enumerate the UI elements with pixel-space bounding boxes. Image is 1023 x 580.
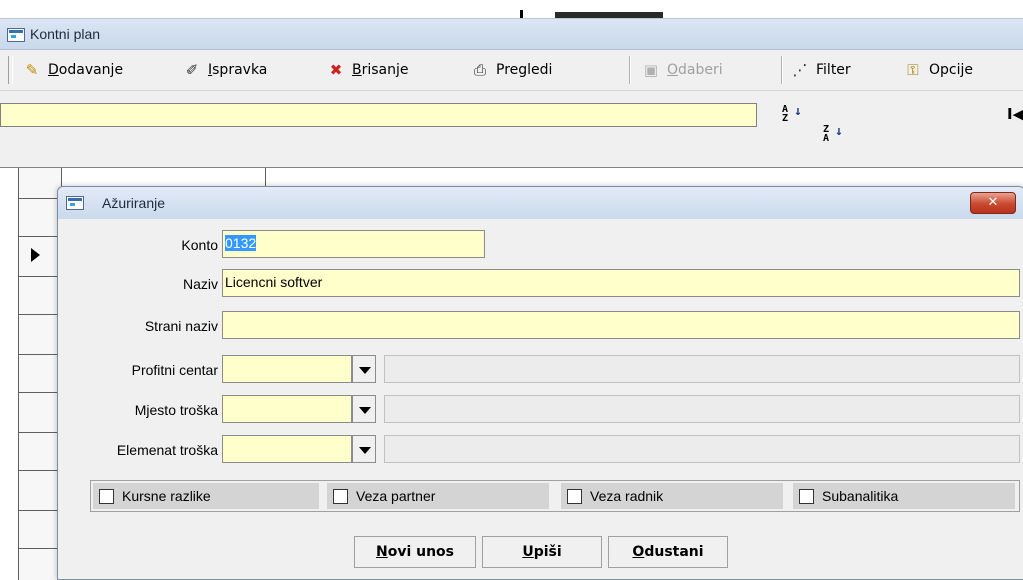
konto-value: 0132 xyxy=(225,235,257,251)
konto-field[interactable]: 0132 xyxy=(222,230,485,258)
mjesto-troska-dropdown-icon[interactable] xyxy=(352,395,376,423)
views-button[interactable]: ⎙ Pregledi xyxy=(470,56,552,84)
arrow-down-icon: ↓ xyxy=(794,104,802,119)
printer-icon: ⎙ xyxy=(473,61,486,79)
edit-button-label: Ispravka xyxy=(208,62,268,78)
delete-button-label: Brisanje xyxy=(352,62,409,78)
naziv-value: Licencni softver xyxy=(225,274,323,290)
first-record-icon: I◀ xyxy=(1007,105,1023,123)
veza-radnik-checkbox[interactable]: Veza radnik xyxy=(561,483,783,509)
views-button-label: Pregledi xyxy=(496,62,553,78)
toolbar-grip[interactable] xyxy=(8,56,13,84)
elemenat-troska-field[interactable] xyxy=(222,435,352,463)
strani-naziv-field[interactable] xyxy=(222,311,1020,339)
profitni-centar-dropdown-icon[interactable] xyxy=(352,355,376,383)
select-icon: ▣ xyxy=(643,61,659,79)
row-indicator-column xyxy=(18,168,62,580)
mjesto-troska-field[interactable] xyxy=(222,395,352,423)
dialog-icon xyxy=(66,196,84,210)
new-entry-button[interactable]: Novi unos xyxy=(354,536,476,568)
checkbox-box xyxy=(799,488,814,504)
add-button[interactable]: ✎ Dodavanje xyxy=(22,56,123,84)
save-button[interactable]: Upiši xyxy=(482,536,602,568)
profitni-centar-field[interactable] xyxy=(222,355,352,383)
elemenat-troska-dropdown-icon[interactable] xyxy=(352,435,376,463)
filter-button[interactable]: ⋰ Filter xyxy=(790,56,851,84)
filter-button-label: Filter xyxy=(816,62,851,78)
toolbar-separator xyxy=(781,56,783,84)
edit-icon: ✐ xyxy=(185,61,199,79)
window-title: Kontni plan xyxy=(30,26,101,42)
filter-input[interactable] xyxy=(0,103,757,127)
add-button-label: Dodavanje xyxy=(48,62,124,78)
mjesto-troska-description xyxy=(384,395,1020,423)
options-panel: Kursne razlike Veza partner Veza radnik … xyxy=(90,480,1020,512)
sort-descending-button[interactable]: Z A ↓ xyxy=(823,125,843,145)
toolbar: ✎ Dodavanje ✐ Ispravka ✖ Brisanje ⎙ Preg… xyxy=(0,50,1023,91)
naziv-field[interactable]: Licencni softver xyxy=(222,269,1020,297)
subanalitika-checkbox[interactable]: Subanalitika xyxy=(793,483,1015,509)
delete-icon: ✖ xyxy=(329,61,343,79)
title-bar: Kontni plan xyxy=(0,19,1023,50)
options-button-label: Opcije xyxy=(929,62,973,78)
background-fragment xyxy=(520,10,523,18)
close-button[interactable]: ✕ xyxy=(970,192,1016,214)
kursne-razlike-checkbox[interactable]: Kursne razlike xyxy=(93,483,319,509)
sort-ascending-button[interactable]: A Z ↓ xyxy=(782,105,802,125)
elemenat-troska-label: Elemenat troška xyxy=(116,442,218,458)
edit-dialog: Ažuriranje ✕ Konto 0132 Naziv Licencni s… xyxy=(57,186,1023,580)
cancel-button[interactable]: Odustani xyxy=(608,536,728,568)
checkbox-box xyxy=(333,488,348,504)
options-button[interactable]: ⚿ Opcije xyxy=(903,56,973,84)
dialog-title: Ažuriranje xyxy=(102,195,166,211)
select-button-label: Odaberi xyxy=(667,62,723,78)
mjesto-troska-label: Mjesto troška xyxy=(134,402,218,418)
veza-partner-checkbox[interactable]: Veza partner xyxy=(327,483,549,509)
pencil-add-icon: ✎ xyxy=(25,61,39,79)
grid-column-divider xyxy=(265,168,266,188)
current-row-icon xyxy=(31,248,40,262)
options-icon: ⚿ xyxy=(907,61,919,79)
filter-icon: ⋰ xyxy=(792,61,808,79)
checkbox-box xyxy=(567,488,582,504)
arrow-down-icon: ↓ xyxy=(835,124,843,139)
elemenat-troska-description xyxy=(384,435,1020,463)
close-icon: ✕ xyxy=(987,195,999,210)
konto-label: Konto xyxy=(181,237,218,253)
profitni-centar-label: Profitni centar xyxy=(131,362,218,378)
select-button[interactable]: ▣ Odaberi xyxy=(641,56,723,84)
delete-button[interactable]: ✖ Brisanje xyxy=(326,56,409,84)
toolbar-separator xyxy=(629,56,631,84)
edit-button[interactable]: ✐ Ispravka xyxy=(182,56,268,84)
profitni-centar-description xyxy=(384,355,1020,383)
strani-naziv-label: Strani naziv xyxy=(144,318,218,334)
window-icon xyxy=(7,28,25,42)
checkbox-box xyxy=(99,488,114,504)
first-record-button[interactable]: I◀ xyxy=(1007,105,1023,123)
naziv-label: Naziv xyxy=(182,276,218,292)
dialog-title-bar: Ažuriranje ✕ xyxy=(58,187,1023,219)
